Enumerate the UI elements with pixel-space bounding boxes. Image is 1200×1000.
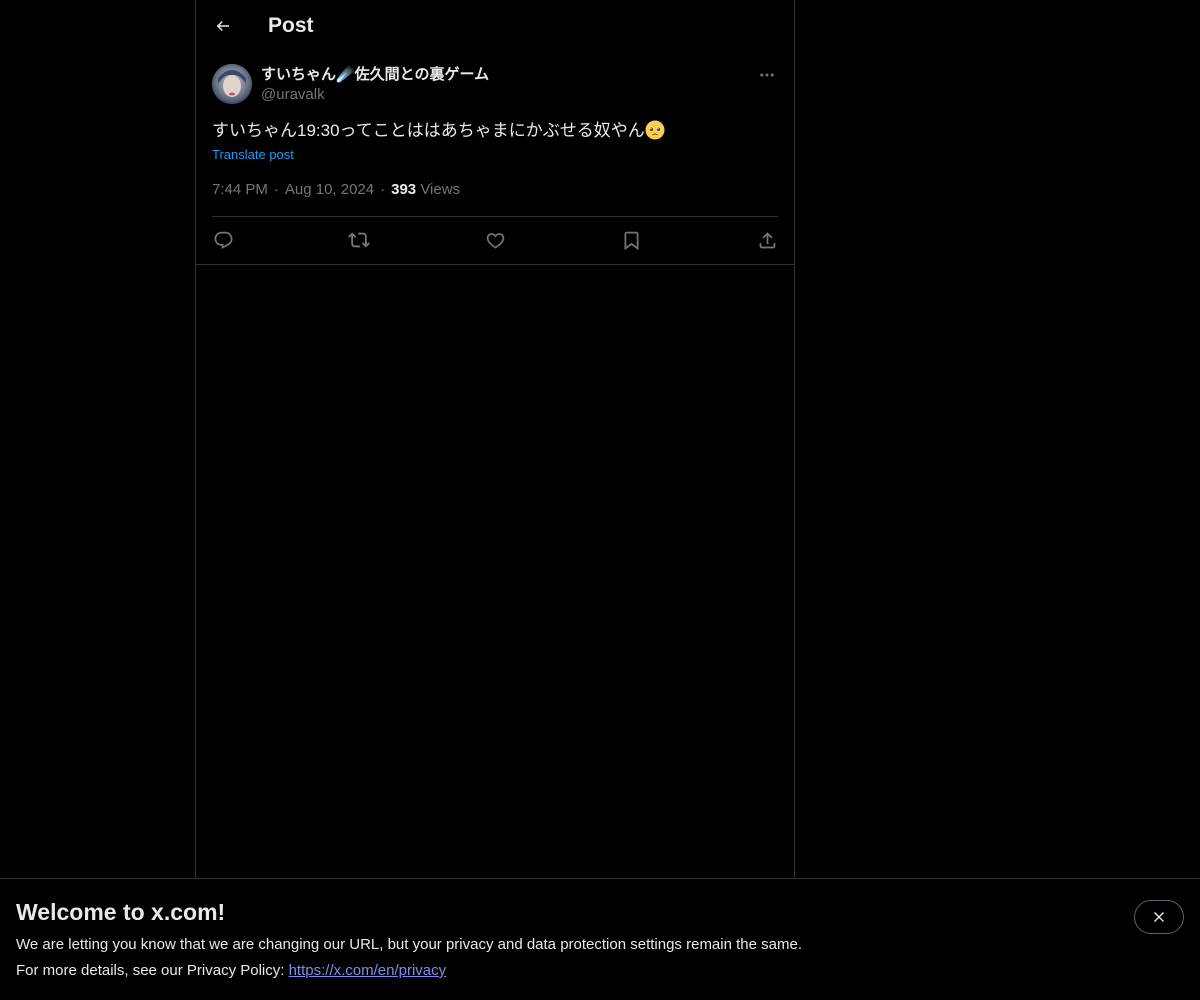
top-bar: Post: [196, 0, 794, 53]
action-bar: [212, 225, 778, 255]
separator-dot: ·: [380, 181, 386, 198]
separator-dot: ·: [273, 181, 279, 198]
avatar[interactable]: [212, 64, 252, 104]
post-date[interactable]: Aug 10, 2024: [285, 181, 374, 198]
welcome-banner: Welcome to x.com! We are letting you kno…: [0, 878, 1200, 1000]
main-column: Post すいちゃん☄️佐久間との裏ゲーム @uravalk すいちゃん19:3…: [195, 0, 795, 878]
avatar-image: [212, 64, 252, 104]
post-meta: 7:44 PM · Aug 10, 2024 · 393 Views: [212, 180, 460, 200]
privacy-policy-link[interactable]: https://x.com/en/privacy: [289, 962, 447, 979]
close-icon: [1154, 912, 1164, 922]
post-text-content: すいちゃん19:30ってことははあちゃまにかぶせる奴やん: [212, 121, 645, 140]
display-name[interactable]: すいちゃん☄️佐久間との裏ゲーム: [261, 65, 489, 85]
share-button[interactable]: [752, 225, 782, 255]
user-handle[interactable]: @uravalk: [261, 85, 325, 105]
pleading-face-icon: [645, 120, 665, 140]
banner-privacy-prefix: For more details, see our Privacy Policy…: [16, 962, 289, 979]
arrow-left-icon: [216, 20, 229, 32]
more-icon: [760, 73, 774, 77]
like-button[interactable]: [480, 225, 510, 255]
translate-post-link[interactable]: Translate post: [212, 146, 294, 164]
post-text: すいちゃん19:30ってことははあちゃまにかぶせる奴やん: [212, 119, 665, 143]
like-icon: [486, 232, 504, 249]
banner-message: We are letting you know that we are chan…: [16, 936, 802, 953]
divider: [212, 216, 778, 217]
more-options-button[interactable]: [756, 64, 778, 86]
views-label: Views: [420, 181, 461, 198]
views-count: 393: [391, 181, 417, 198]
back-button[interactable]: [208, 11, 238, 41]
repost-button[interactable]: [344, 225, 374, 255]
bookmark-button[interactable]: [616, 225, 646, 255]
page-title: Post: [268, 14, 314, 37]
repost-icon: [348, 232, 370, 248]
reply-button[interactable]: [208, 225, 238, 255]
divider: [196, 264, 794, 265]
bookmark-icon: [624, 231, 638, 250]
banner-privacy-line: For more details, see our Privacy Policy…: [16, 961, 446, 981]
share-icon: [759, 231, 775, 248]
reply-icon: [214, 231, 232, 249]
close-banner-button[interactable]: [1134, 900, 1184, 934]
post-time[interactable]: 7:44 PM: [212, 181, 268, 198]
banner-title: Welcome to x.com!: [16, 899, 226, 925]
